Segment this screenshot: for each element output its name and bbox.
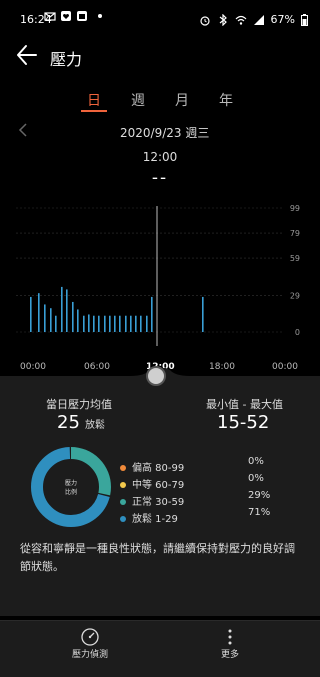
tab-day[interactable]: 日: [87, 90, 101, 110]
dot-icon: [98, 14, 102, 18]
stress-bar: [140, 315, 142, 332]
stress-bar: [104, 315, 106, 332]
legend-pct: 0%: [248, 456, 264, 467]
chevron-left-icon[interactable]: [18, 122, 28, 138]
legend-label: 放鬆 1-29: [132, 514, 178, 525]
stress-bar: [77, 309, 79, 332]
stress-bar: [66, 289, 68, 332]
range-label: 最小值 - 最大值: [206, 398, 283, 411]
donut-center-label-line2: 比例: [65, 488, 77, 496]
stress-bar: [50, 308, 52, 332]
stress-bar: [125, 315, 127, 332]
stress-bar: [44, 304, 46, 332]
status-bar: 16:24 67%: [0, 0, 320, 40]
stress-bar: [151, 296, 153, 332]
stress-bar: [61, 286, 63, 332]
more-button[interactable]: 更多: [204, 627, 256, 660]
bluetooth-icon: [219, 13, 227, 26]
tab-active-indicator: [81, 110, 107, 112]
stress-bar: [88, 314, 90, 332]
legend-pct: 29%: [248, 490, 271, 501]
tab-week[interactable]: 週: [131, 90, 145, 110]
status-right: 67%: [199, 13, 308, 26]
image-icon: [77, 11, 87, 21]
legend-dot: [120, 499, 126, 505]
stress-bar: [130, 315, 132, 332]
stress-test-label: 壓力偵測: [71, 650, 108, 660]
stress-bar: [98, 315, 100, 332]
legend-pct: 71%: [248, 507, 271, 518]
notification-icons: [44, 10, 102, 22]
stress-bar: [83, 315, 85, 332]
y-tick-label: 29: [290, 292, 300, 301]
bottom-action-bar: 壓力偵測 更多: [0, 620, 320, 677]
legend-dot: [120, 465, 126, 471]
time-scrubber-knob[interactable]: [146, 366, 166, 386]
summary-panel: 當日壓力均值 25 放鬆 最小值 - 最大值 15-52 壓力 比例 偏高 80…: [0, 368, 320, 616]
selected-value: --: [151, 168, 169, 188]
stress-bar: [135, 315, 137, 332]
y-tick-label: 79: [290, 229, 300, 238]
y-tick-label: 0: [295, 328, 300, 337]
avg-value: 25: [57, 412, 80, 433]
stress-bar: [114, 315, 116, 332]
donut-center-label-line1: 壓力: [65, 479, 77, 487]
legend-dot: [120, 516, 126, 522]
battery-percent: 67%: [270, 13, 295, 26]
stress-bar: [109, 315, 111, 332]
avg-unit: 放鬆: [85, 420, 105, 431]
mail-icon: [44, 12, 56, 21]
selected-time: 12:00: [142, 150, 178, 164]
signal-icon: [253, 14, 264, 25]
tab-year[interactable]: 年: [219, 90, 233, 110]
wifi-icon: [235, 15, 246, 25]
y-tick-label: 59: [290, 254, 300, 263]
more-label: 更多: [220, 650, 239, 660]
stress-bar: [72, 301, 74, 332]
legend-dot: [120, 482, 126, 488]
app-header: 壓力: [0, 40, 320, 80]
stress-bar: [146, 315, 148, 332]
stress-bar: [119, 315, 121, 332]
y-tick-label: 99: [290, 204, 300, 213]
stress-bar: [30, 296, 32, 332]
legend-pct: 0%: [248, 473, 264, 484]
avg-label: 當日壓力均值: [46, 398, 112, 411]
stress-ratio-donut: 壓力 比例: [31, 447, 111, 527]
stress-bar: [93, 315, 95, 332]
more-vertical-icon: [228, 629, 232, 645]
heart-icon: [61, 11, 71, 21]
stress-bar: [38, 293, 40, 332]
avg-stress: 25 放鬆: [57, 412, 105, 433]
page-title: 壓力: [50, 50, 83, 69]
alarm-icon: [199, 15, 210, 26]
stress-test-button[interactable]: 壓力偵測: [60, 627, 120, 660]
battery-icon: [301, 13, 308, 26]
tab-month[interactable]: 月: [175, 90, 189, 110]
x-tick: 00:00: [272, 362, 298, 372]
stress-description: 從容和寧靜是一種良性狀態，請繼續保持對壓力的良好調節狀態。: [20, 542, 295, 573]
legend-row-relaxed: 放鬆 1-29 71%: [120, 507, 300, 526]
stress-bar: [202, 296, 204, 332]
x-tick: 06:00: [84, 362, 110, 372]
stress-bar: [55, 315, 57, 332]
x-tick: 18:00: [209, 362, 235, 372]
current-date: 2020/9/23 週三: [120, 126, 210, 140]
gauge-icon: [81, 628, 99, 646]
date-navigator: 2020/9/23 週三: [0, 122, 320, 142]
period-tabs: 日 週 月 年: [0, 90, 320, 112]
back-arrow-icon[interactable]: [14, 40, 40, 70]
x-tick: 00:00: [20, 362, 46, 372]
range-value: 15-52: [217, 412, 270, 433]
stress-bar-chart[interactable]: 99 79 59 29 0: [0, 196, 320, 346]
